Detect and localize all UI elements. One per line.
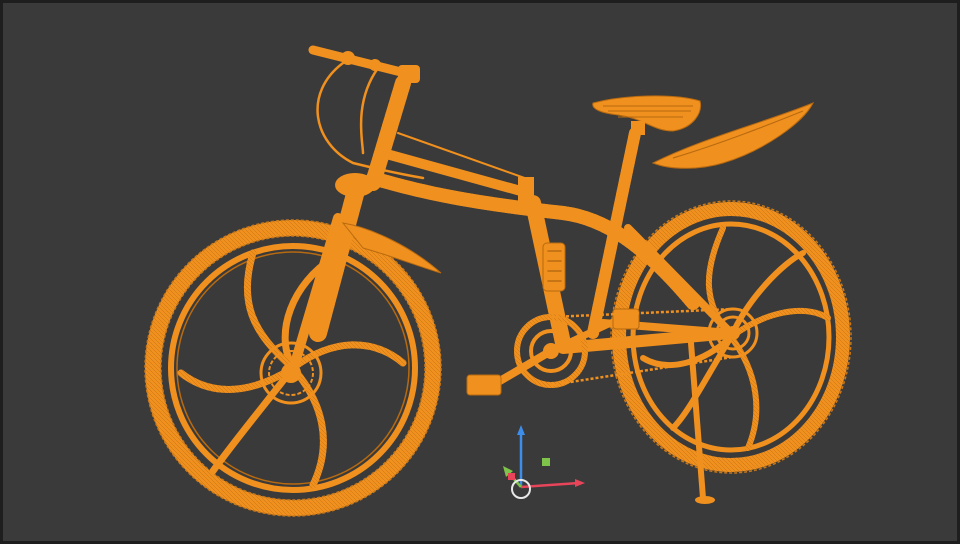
viewport-canvas (144, 45, 852, 517)
3d-viewport[interactable] (0, 0, 960, 544)
axis-gizmo (503, 425, 585, 499)
bicycle-model[interactable] (144, 45, 852, 517)
front-wheel[interactable] (144, 219, 442, 517)
saddle[interactable] (592, 95, 702, 135)
